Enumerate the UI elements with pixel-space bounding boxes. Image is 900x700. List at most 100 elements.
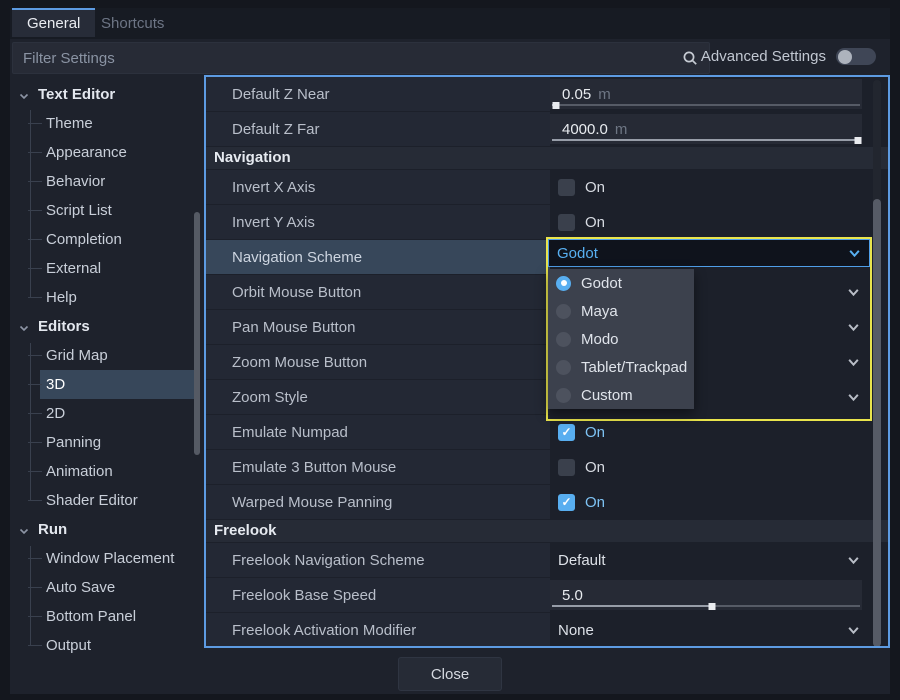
sidebar-item-script-list[interactable]: Script List [12,196,196,225]
chevron-down-icon[interactable] [847,356,860,369]
default-z-far-spin-slider[interactable]: 4000.0 m [550,114,862,144]
setting-label: Emulate Numpad [232,424,348,441]
setting-label: Zoom Style [232,389,308,406]
sidebar-scrollbar[interactable] [194,212,200,455]
editor-settings-dialog: General Shortcuts Advanced Settings Text… [10,8,890,694]
default-z-near-spin-slider[interactable]: 0.05 m [550,79,862,109]
sidebar-item-bottom-panel[interactable]: Bottom Panel [12,602,196,631]
sidebar-item-output[interactable]: Output [12,631,196,653]
invert-x-axis-checkbox[interactable] [558,179,575,196]
sidebar-section-run[interactable]: Run [12,515,196,544]
popup-option-maya[interactable]: Maya [548,297,694,325]
sidebar-item-external[interactable]: External [12,254,196,283]
freelook-base-speed-spin-slider[interactable]: 5.0 [550,580,862,610]
chevron-down-icon [19,313,29,342]
setting-label: Emulate 3 Button Mouse [232,459,396,476]
popup-option-label: Maya [581,303,618,320]
slider-grabber[interactable] [552,102,559,109]
sidebar-item-help[interactable]: Help [12,283,196,312]
chevron-down-icon [19,516,29,545]
setting-row-warped-mouse-panning: Warped Mouse Panning On [206,485,888,519]
invert-y-axis-checkbox[interactable] [558,214,575,231]
popup-option-modo[interactable]: Modo [548,325,694,353]
tree-label: 3D [46,376,65,393]
sidebar-item-completion[interactable]: Completion [12,225,196,254]
setting-value: 4000.0 [562,121,608,138]
sidebar-item-grid-map[interactable]: Grid Map [12,341,196,370]
slider-grabber[interactable] [855,137,862,144]
setting-row-zoom-style: Zoom Style [206,380,888,414]
popup-option-tablet-trackpad[interactable]: Tablet/Trackpad [548,353,694,381]
sidebar-item-appearance[interactable]: Appearance [12,138,196,167]
sidebar-item-window-placement[interactable]: Window Placement [12,544,196,573]
tree-label: Completion [46,231,122,248]
sidebar-item-theme[interactable]: Theme [12,109,196,138]
setting-label: Navigation Scheme [232,249,362,266]
tree-label: Panning [46,434,101,451]
setting-row-zoom-mouse-button: Zoom Mouse Button [206,345,888,379]
chevron-down-icon[interactable] [847,321,860,334]
setting-label: Default Z Near [232,86,330,103]
slider-track[interactable] [552,605,860,607]
setting-label: Zoom Mouse Button [232,354,367,371]
setting-row-default-z-far: Default Z Far 4000.0 m [206,112,888,146]
tab-general[interactable]: General [12,8,95,37]
tree-label: Grid Map [46,347,108,364]
warped-mouse-panning-checkbox[interactable] [558,494,575,511]
slider-track[interactable] [552,104,860,106]
setting-row-freelook-base-speed: Freelook Base Speed 5.0 [206,578,888,612]
sidebar-item-3d[interactable]: 3D [12,370,196,399]
dropdown-selected-value[interactable]: Default [558,552,606,569]
chevron-down-icon[interactable] [847,624,860,637]
tree-label: Auto Save [46,579,115,596]
slider-fill [552,605,712,607]
popup-option-godot[interactable]: Godot [548,269,694,297]
setting-row-invert-y-axis: Invert Y Axis On [206,205,888,239]
setting-row-emulate-numpad: Emulate Numpad On [206,415,888,449]
sidebar-section-text-editor[interactable]: Text Editor [12,80,196,109]
tree-label: Editors [38,318,90,335]
popup-option-label: Modo [581,331,619,348]
popup-option-custom[interactable]: Custom [548,381,694,409]
close-button[interactable]: Close [398,657,502,691]
sidebar-section-editors[interactable]: Editors [12,312,196,341]
unit-suffix: m [615,121,628,138]
setting-value: 0.05 [562,86,591,103]
slider-track[interactable] [552,139,860,141]
sidebar-item-panning[interactable]: Panning [12,428,196,457]
checkbox-label: On [585,459,605,476]
panel-scrollbar[interactable] [873,199,881,647]
chevron-down-icon[interactable] [847,286,860,299]
sidebar-item-behavior[interactable]: Behavior [12,167,196,196]
radio-icon [556,388,571,403]
tab-bar: General Shortcuts [10,8,890,39]
section-header-navigation: Navigation [206,147,888,169]
filter-settings-input[interactable] [12,42,710,74]
tab-shortcuts[interactable]: Shortcuts [86,8,179,37]
navigation-scheme-select[interactable]: Godot [548,239,870,267]
checkbox-label: On [585,494,605,511]
chevron-down-icon[interactable] [848,247,861,260]
emulate-numpad-checkbox[interactable] [558,424,575,441]
setting-row-default-z-near: Default Z Near 0.05 m [206,77,888,111]
setting-label: Default Z Far [232,121,320,138]
popup-option-label: Godot [581,275,622,292]
setting-row-orbit-mouse-button: Orbit Mouse Button [206,275,888,309]
tree-label: 2D [46,405,65,422]
setting-label: Freelook Base Speed [232,587,376,604]
chevron-down-icon[interactable] [847,554,860,567]
tree-label: Behavior [46,173,105,190]
popup-option-label: Tablet/Trackpad [581,359,687,376]
radio-icon [556,332,571,347]
sidebar-item-shader-editor[interactable]: Shader Editor [12,486,196,515]
chevron-down-icon[interactable] [847,391,860,404]
advanced-settings-toggle[interactable] [836,48,876,65]
sidebar-item-animation[interactable]: Animation [12,457,196,486]
slider-grabber[interactable] [709,603,716,610]
tree-label: Output [46,637,91,653]
sidebar-item-2d[interactable]: 2D [12,399,196,428]
dropdown-selected-value[interactable]: None [558,622,594,639]
emulate-3-button-mouse-checkbox[interactable] [558,459,575,476]
sidebar-item-auto-save[interactable]: Auto Save [12,573,196,602]
tree-label: Shader Editor [46,492,138,509]
